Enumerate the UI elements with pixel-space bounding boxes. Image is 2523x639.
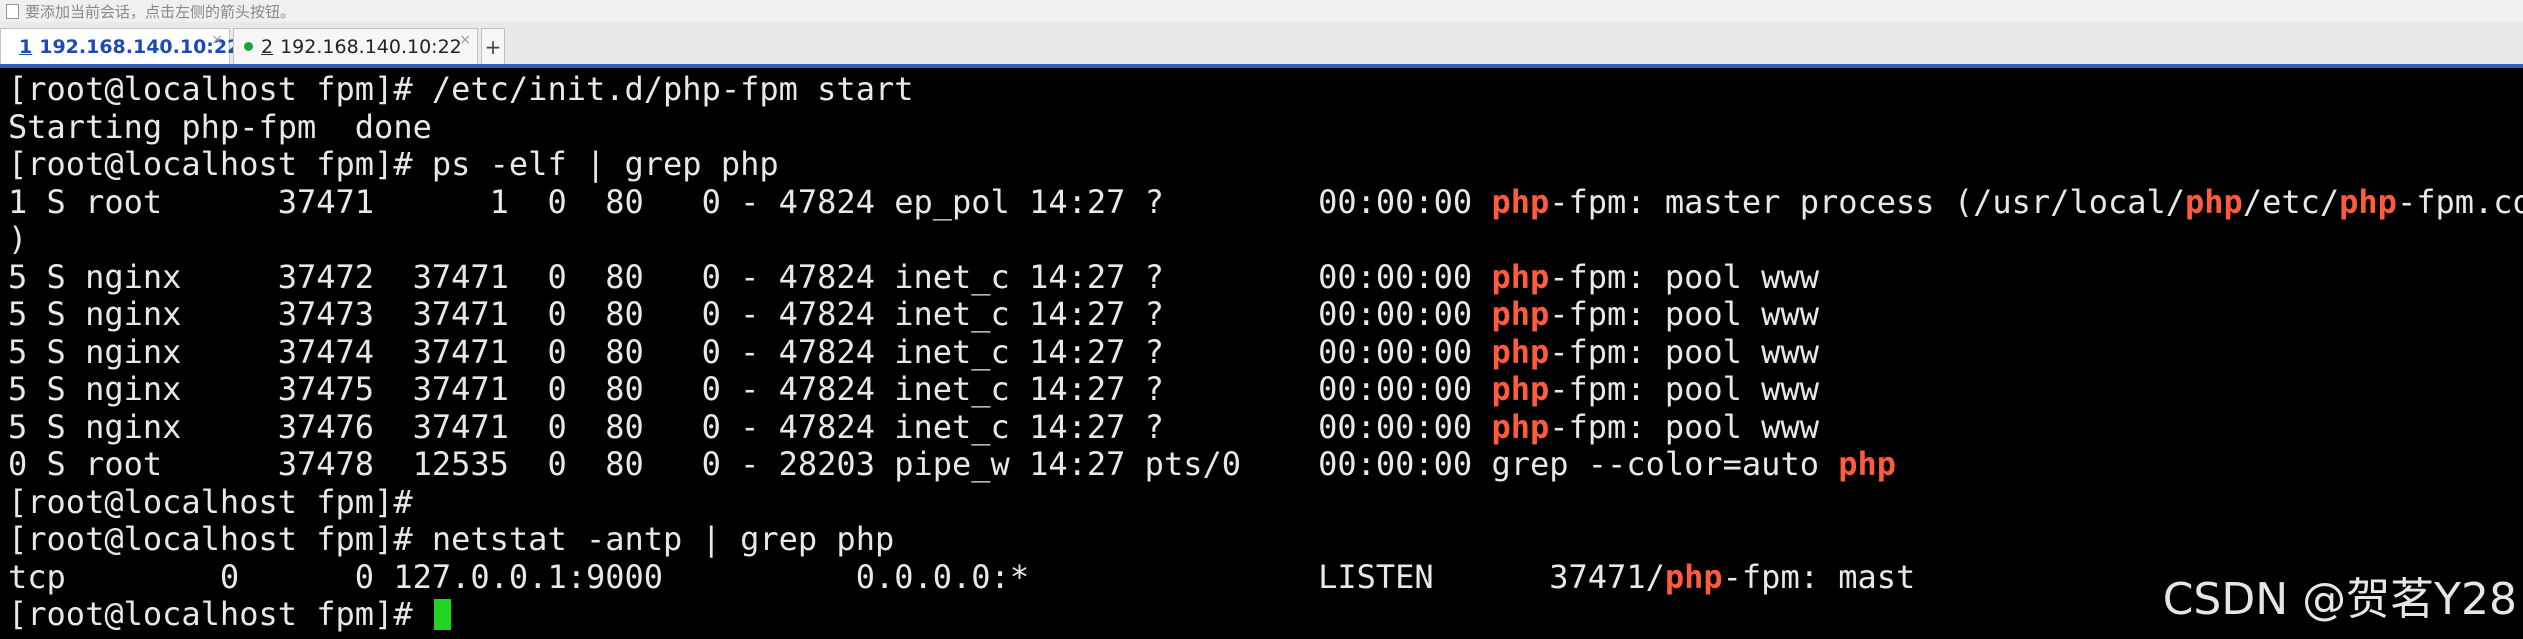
terminal-line: ) bbox=[8, 221, 27, 258]
terminal-text: 0 S root 37478 12535 0 80 0 - 28203 pipe… bbox=[8, 445, 1839, 483]
session-arrow-icon[interactable] bbox=[6, 3, 19, 19]
terminal-line: [root@localhost fpm]# netstat -antp | gr… bbox=[8, 521, 894, 558]
grep-match-highlight: php bbox=[1491, 370, 1550, 408]
terminal-text: -fpm: pool www bbox=[1549, 370, 1819, 408]
session-hint-text: 要添加当前会话，点击左侧的箭头按钮。 bbox=[25, 2, 296, 21]
terminal-text: [root@localhost fpm]# bbox=[8, 595, 432, 633]
terminal-line: 5 S nginx 37474 37471 0 80 0 - 47824 ine… bbox=[8, 332, 1819, 371]
terminal-text: [root@localhost fpm]# /etc/init.d/php-fp… bbox=[8, 70, 914, 108]
terminal-line: [root@localhost fpm]# /etc/init.d/php-fp… bbox=[8, 71, 913, 108]
terminal-text: 1 S root 37471 1 0 80 0 - 47824 ep_pol 1… bbox=[8, 182, 1492, 221]
terminal-text: 5 S nginx 37473 37471 0 80 0 - 47824 ine… bbox=[8, 295, 1492, 333]
terminal-text: -fpm: pool www bbox=[1549, 407, 1819, 446]
terminal-line: [root@localhost fpm]# ps -elf | grep php bbox=[8, 146, 779, 183]
terminal-line: Starting php-fpm done bbox=[8, 107, 432, 146]
terminal-text: tcp 0 0 127.0.0.1:9000 0.0.0.0:* LISTEN … bbox=[8, 557, 1665, 596]
close-tab-icon[interactable]: × bbox=[459, 32, 471, 48]
terminal-text: -fpm: mast bbox=[1722, 557, 1916, 596]
grep-match-highlight: php bbox=[1491, 257, 1550, 296]
terminal-line: 5 S nginx 37472 37471 0 80 0 - 47824 ine… bbox=[8, 257, 1819, 296]
tab-bar: 1 192.168.140.10:22 × 2 192.168.140.10:2… bbox=[0, 22, 2523, 65]
grep-match-highlight: php bbox=[2339, 182, 2397, 221]
terminal-text: -fpm: pool www bbox=[1549, 257, 1819, 296]
terminal-cursor bbox=[433, 599, 451, 630]
add-tab-button[interactable]: + bbox=[481, 28, 505, 64]
grep-match-highlight: php bbox=[1491, 332, 1550, 371]
grep-match-highlight: php bbox=[1664, 557, 1723, 596]
terminal-text: ) bbox=[8, 220, 28, 258]
tab-number: 2 bbox=[261, 35, 274, 58]
terminal-text: 5 S nginx 37476 37471 0 80 0 - 47824 ine… bbox=[8, 407, 1492, 446]
terminal-text: [root@localhost fpm]# ps -elf | grep php bbox=[8, 145, 779, 183]
terminal-line: 5 S nginx 37476 37471 0 80 0 - 47824 ine… bbox=[8, 407, 1819, 446]
terminal-text: /etc/ bbox=[2242, 182, 2340, 221]
session-hint-bar: 要添加当前会话，点击左侧的箭头按钮。 bbox=[0, 0, 2523, 23]
terminal-line: 5 S nginx 37473 37471 0 80 0 - 47824 ine… bbox=[8, 296, 1819, 333]
tab-number: 1 bbox=[19, 35, 33, 58]
grep-match-highlight: php bbox=[1491, 295, 1550, 333]
close-tab-icon[interactable]: × bbox=[211, 32, 223, 48]
grep-match-highlight: php bbox=[1491, 407, 1550, 446]
terminal-line: 0 S root 37478 12535 0 80 0 - 28203 pipe… bbox=[8, 446, 1896, 483]
terminal-text: -fpm: pool www bbox=[1549, 295, 1819, 333]
terminal-output[interactable]: [root@localhost fpm]# /etc/init.d/php-fp… bbox=[0, 68, 2523, 639]
terminal-line: [root@localhost fpm]# bbox=[8, 482, 413, 521]
terminal-line: 5 S nginx 37475 37471 0 80 0 - 47824 ine… bbox=[8, 371, 1819, 408]
grep-match-highlight: php bbox=[2185, 182, 2243, 221]
terminal-text: -fpm.conf bbox=[2396, 182, 2523, 221]
terminal-text: -fpm: pool www bbox=[1549, 332, 1819, 371]
terminal-text: 5 S nginx 37474 37471 0 80 0 - 47824 ine… bbox=[8, 332, 1492, 371]
terminal-line: tcp 0 0 127.0.0.1:9000 0.0.0.0:* LISTEN … bbox=[8, 557, 1916, 596]
terminal-text: Starting php-fpm done bbox=[8, 107, 432, 146]
connected-status-icon bbox=[244, 42, 253, 51]
tab-label: 192.168.140.10:22 bbox=[280, 35, 462, 58]
terminal-text: [root@localhost fpm]# netstat -antp | gr… bbox=[8, 520, 895, 558]
terminal-text: -fpm: master process (/usr/local/ bbox=[1549, 182, 2186, 221]
tab-session-2[interactable]: 2 192.168.140.10:22 × bbox=[233, 28, 478, 64]
tab-session-1[interactable]: 1 192.168.140.10:22 × bbox=[0, 28, 240, 64]
terminal-text: [root@localhost fpm]# bbox=[8, 482, 413, 521]
tab-label: 192.168.140.10:22 bbox=[39, 35, 241, 58]
grep-match-highlight: php bbox=[1838, 445, 1897, 483]
terminal-text: 5 S nginx 37472 37471 0 80 0 - 47824 ine… bbox=[8, 257, 1492, 296]
watermark: CSDN @贺茗Y28 bbox=[2162, 574, 2517, 625]
terminal-line: 1 S root 37471 1 0 80 0 - 47824 ep_pol 1… bbox=[8, 182, 2523, 221]
terminal-text: 5 S nginx 37475 37471 0 80 0 - 47824 ine… bbox=[8, 370, 1492, 408]
grep-match-highlight: php bbox=[1491, 182, 1550, 221]
terminal-line: [root@localhost fpm]# bbox=[8, 596, 451, 633]
